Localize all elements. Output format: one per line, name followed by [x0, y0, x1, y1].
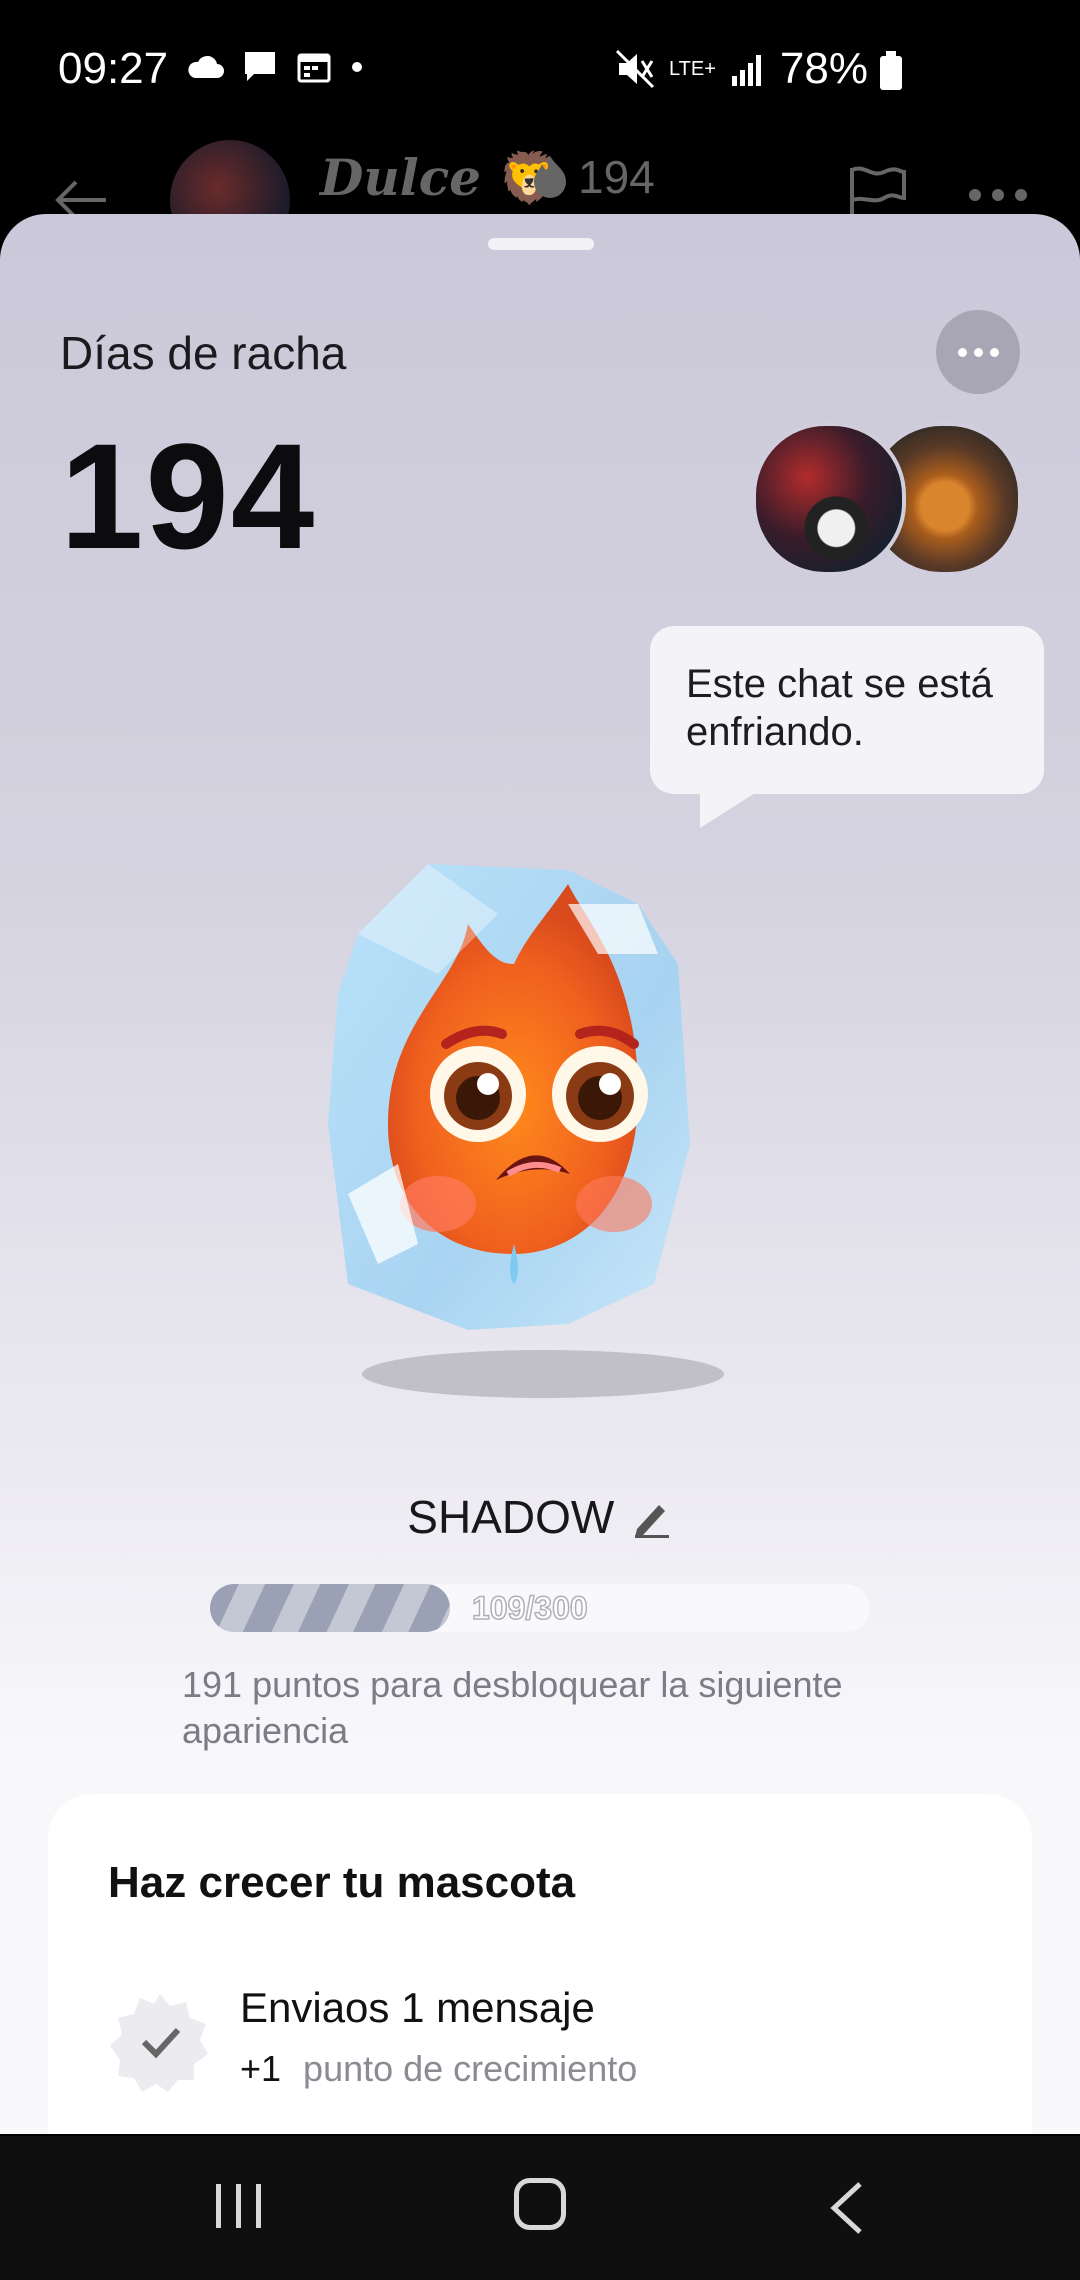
cloud-icon [188, 55, 224, 78]
growth-progress-bar: 109/300 [210, 1584, 870, 1632]
status-bar: 09:27 LTE+ 78% [0, 0, 1080, 140]
sheet-title: Días de racha [60, 327, 347, 379]
status-time: 09:27 [58, 44, 169, 93]
network-type: LTE+ [669, 58, 716, 80]
battery-percent: 78% [779, 44, 868, 93]
checkmark-badge-icon [110, 1994, 208, 2092]
flame-icon [534, 156, 566, 198]
streak-sheet: Días de racha 194 Este chat se está enfr… [0, 214, 1080, 2134]
notification-icons [186, 50, 364, 84]
back-icon[interactable] [826, 2180, 866, 2236]
recent-apps-icon[interactable] [212, 2180, 266, 2232]
dot-icon [352, 62, 362, 72]
sheet-menu-button[interactable] [936, 310, 1020, 394]
task-subtitle: +1 punto de crecimiento [240, 2048, 637, 2090]
frozen-flame-pet[interactable] [318, 844, 778, 1354]
speech-bubble-tail [700, 790, 760, 828]
home-icon[interactable] [514, 2178, 566, 2230]
streak-days-count: 194 [60, 412, 317, 580]
chat-contact-name[interactable]: Dulce 🦁 [320, 148, 561, 208]
signal-icon [731, 55, 761, 86]
system-nav-bar [0, 2136, 1080, 2280]
grow-pet-title: Haz crecer tu mascota [108, 1858, 576, 1907]
points-remaining-text: 191 puntos para desbloquear la siguiente… [182, 1664, 843, 1751]
participant-avatar-1 [752, 422, 906, 576]
task-points: +1 [240, 2048, 282, 2089]
pet-name-row: SHADOW [0, 1490, 1080, 1544]
edit-pencil-icon[interactable] [629, 1495, 673, 1539]
pet-name: SHADOW [407, 1491, 615, 1543]
growth-progress-label: 109/300 [471, 1589, 588, 1627]
grow-pet-card: Haz crecer tu mascota Enviaos 1 mensaje … [48, 1794, 1032, 2134]
calendar-icon [297, 53, 331, 83]
mute-icon [615, 49, 655, 89]
more-options-icon[interactable] [968, 188, 1028, 202]
chat-streak[interactable]: 194 [530, 150, 655, 204]
task-points-label: punto de crecimiento [303, 2048, 638, 2089]
growth-progress-fill [210, 1584, 450, 1632]
battery-icon [880, 51, 902, 90]
drag-handle[interactable] [488, 238, 594, 250]
speech-bubble: Este chat se está enfriando. [650, 626, 1044, 828]
chat-icon [245, 52, 275, 81]
task-title: Enviaos 1 mensaje [240, 1984, 595, 2031]
flag-icon[interactable] [848, 164, 908, 220]
task-item[interactable]: Enviaos 1 mensaje +1 punto de crecimiento [108, 1984, 988, 2104]
pet-shadow [362, 1350, 724, 1398]
speech-bubble-text: Este chat se está enfriando. [686, 662, 993, 754]
status-right: LTE+ 78% [615, 44, 904, 94]
